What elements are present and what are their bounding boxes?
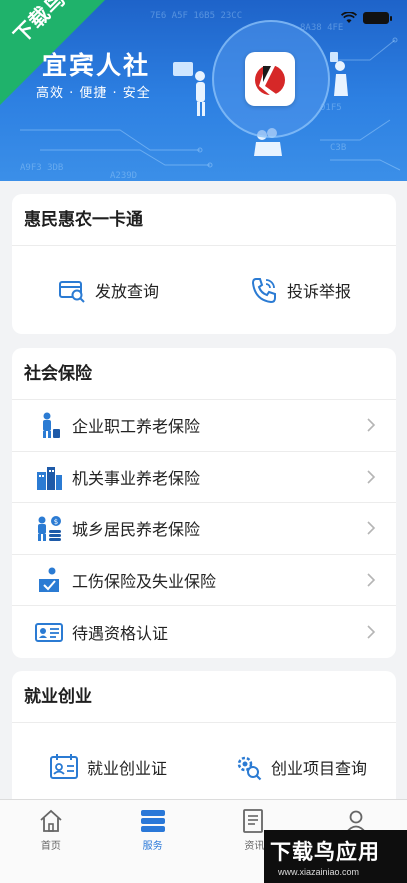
card-huimin-title: 惠民惠农一卡通 — [12, 194, 396, 246]
list-item-injury-unemployment[interactable]: 工伤保险及失业保险 — [12, 555, 396, 606]
chevron-right-icon — [367, 573, 376, 587]
chevron-right-icon — [367, 418, 376, 432]
header-banner: 7E6 A5F 16B5 23CC 8A38 4FE 01F5 C3B A9F3… — [0, 0, 407, 181]
tab-label: 首页 — [40, 841, 61, 852]
complaint-report-label: 投诉举报 — [286, 282, 351, 301]
list-item-eligibility-certification[interactable]: 待遇资格认证 — [12, 606, 396, 658]
tab-label: 服务 — [142, 841, 163, 852]
list-item-label: 工伤保险及失业保险 — [72, 571, 217, 591]
card-search-icon — [58, 281, 85, 303]
watermark-bottom-text: 下载鸟应用 — [270, 840, 380, 864]
app-logo — [245, 52, 295, 106]
list-item-label: 机关事业养老保险 — [72, 468, 201, 488]
list-item-enterprise-pension[interactable]: 企业职工养老保险 — [12, 400, 396, 452]
employment-certificate-button[interactable]: 就业创业证 — [12, 723, 204, 811]
complaint-report-button[interactable]: 投诉举报 — [204, 246, 396, 334]
service-stack-icon — [140, 810, 165, 832]
chevron-right-icon — [367, 521, 376, 535]
employment-certificate-label: 就业创业证 — [86, 759, 167, 778]
card-social-insurance: 社会保险 企业职工养老保险 机关事业养老保险 $ 城乡居民养老保险 工伤保险及失… — [12, 348, 396, 658]
list-item-institution-pension[interactable]: 机关事业养老保险 — [12, 452, 396, 503]
id-card-icon — [35, 622, 63, 642]
gear-search-icon — [237, 756, 262, 781]
watermark-bottom-url: www.xiazainiao.com — [278, 867, 360, 877]
office-building-icon — [37, 466, 62, 490]
chevron-right-icon — [367, 470, 376, 484]
worker-icon — [43, 412, 60, 439]
chevron-right-icon — [367, 625, 376, 639]
startup-project-query-button[interactable]: 创业项目查询 — [204, 723, 396, 811]
tab-home[interactable]: 首页 — [0, 800, 102, 883]
banner-illustration — [173, 52, 348, 156]
list-item-resident-pension[interactable]: $ 城乡居民养老保险 — [12, 503, 396, 555]
card-employment: 就业创业 就业创业证 创业项目查询 — [12, 671, 396, 811]
phone-icon — [251, 278, 276, 304]
card-employment-title: 就业创业 — [12, 671, 396, 723]
startup-project-query-label: 创业项目查询 — [270, 759, 367, 778]
issue-query-button[interactable]: 发放查询 — [12, 246, 204, 334]
list-item-label: 待遇资格认证 — [72, 623, 169, 643]
svg-text:$: $ — [54, 518, 58, 526]
list-item-label: 城乡居民养老保险 — [72, 520, 201, 540]
card-huimin: 惠民惠农一卡通 发放查询 投诉举报 — [12, 194, 396, 334]
watermark-bottom: 下载鸟应用 www.xiazainiao.com — [264, 830, 407, 883]
card-social-title: 社会保险 — [12, 348, 396, 400]
injury-insurance-icon — [39, 567, 59, 592]
tab-service[interactable]: 服务 — [102, 800, 204, 883]
tab-label: 资讯 — [244, 841, 265, 852]
resident-coin-icon: $ — [38, 516, 61, 542]
list-item-label: 企业职工养老保险 — [72, 417, 201, 437]
issue-query-label: 发放查询 — [94, 282, 159, 301]
certificate-icon — [49, 754, 78, 779]
app-logo-mark — [255, 64, 285, 96]
home-icon — [40, 809, 62, 832]
